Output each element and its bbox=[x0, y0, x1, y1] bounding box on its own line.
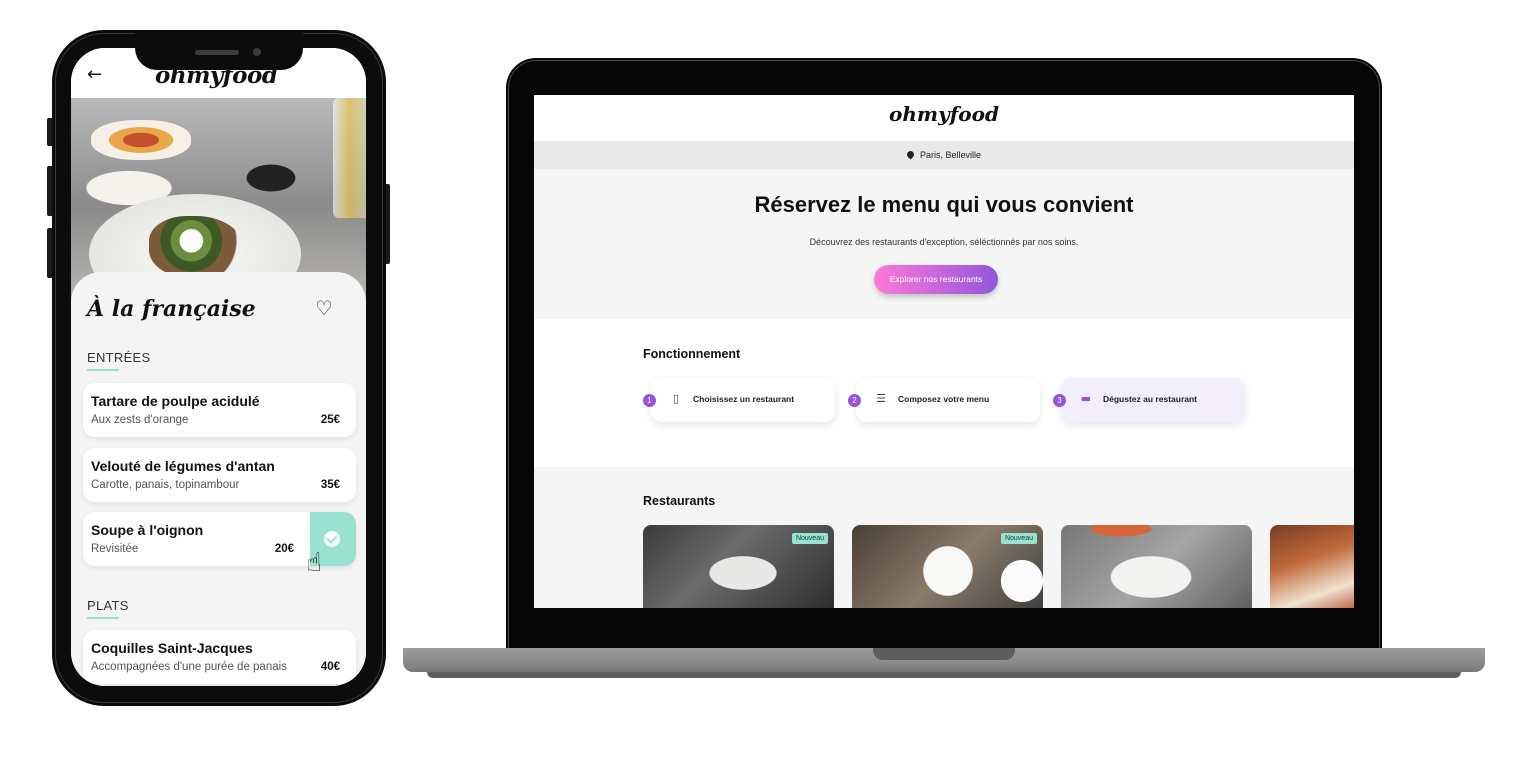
restaurant-card[interactable] bbox=[1061, 525, 1252, 608]
desktop-header: ohmyfood bbox=[534, 95, 1354, 142]
step-number: 1 bbox=[643, 394, 656, 407]
menu-item-description: Accompagnées d'une purée de panais bbox=[91, 661, 287, 673]
check-circle-icon bbox=[324, 531, 340, 547]
section-underline bbox=[87, 369, 119, 371]
heart-outline-icon[interactable]: ♡ bbox=[315, 296, 333, 320]
laptop-base-foot bbox=[427, 672, 1461, 678]
phone-notch bbox=[135, 30, 303, 70]
step-label: Choisissez un restaurant bbox=[693, 394, 795, 404]
step-label: Composez votre menu bbox=[898, 394, 990, 404]
hero-side-dish bbox=[91, 120, 191, 160]
new-badge: Nouveau bbox=[1000, 533, 1037, 544]
mobile-phone-icon: ▯ bbox=[672, 392, 680, 405]
mobile-screen: ← ohmyfood À la française ♡ ENTRÉES Tart… bbox=[71, 48, 366, 686]
new-badge: Nouveau bbox=[791, 533, 828, 544]
menu-item-description: Revisitée bbox=[91, 543, 139, 555]
hero-dish bbox=[149, 216, 243, 278]
store-icon: ▬ bbox=[1080, 392, 1092, 405]
menu-item-price: 35€ bbox=[320, 479, 340, 491]
restaurant-card[interactable]: Nouveau bbox=[852, 525, 1043, 608]
menu-item-price: 40€ bbox=[320, 661, 340, 673]
menu-item[interactable]: Coquilles Saint-Jacques Accompagnées d'u… bbox=[83, 630, 356, 684]
location-text: Paris, Belleville bbox=[919, 150, 982, 160]
menu-item-name: Soupe à l'oignon bbox=[91, 522, 204, 538]
section-underline bbox=[87, 617, 119, 619]
step-card: 2 ☰ Composez votre menu bbox=[848, 378, 1040, 422]
explore-restaurants-button[interactable]: Explorer nos restaurants bbox=[874, 265, 998, 294]
arrow-left-icon[interactable]: ← bbox=[87, 64, 102, 85]
map-pin-icon bbox=[905, 149, 916, 160]
list-icon: ☰ bbox=[876, 392, 886, 405]
hero-title: Réservez le menu qui vous convient bbox=[754, 192, 1134, 217]
step-card-active: 3 ▬ Dégustez au restaurant bbox=[1053, 378, 1245, 422]
desktop-screen: ohmyfood Paris, Belleville Réservez le m… bbox=[534, 95, 1354, 608]
menu-item-price: 20€ bbox=[274, 543, 294, 555]
hand-pointer-icon: ☝ bbox=[306, 548, 322, 578]
restaurants-title: Restaurants bbox=[643, 494, 716, 508]
hero-subtitle: Découvrez des restaurants d'exception, s… bbox=[809, 237, 1079, 247]
location-bar[interactable]: Paris, Belleville bbox=[534, 142, 1354, 169]
step-number: 3 bbox=[1053, 394, 1066, 407]
section-title-plats: PLATS bbox=[87, 598, 129, 613]
menu-item-name: Tartare de poulpe acidulé bbox=[91, 393, 260, 409]
menu-item-description: Aux zests d'orange bbox=[91, 414, 189, 426]
menu-item-price: 25€ bbox=[320, 414, 340, 426]
steps-title: Fonctionnement bbox=[643, 347, 741, 361]
menu-item-name: Coquilles Saint-Jacques bbox=[91, 640, 253, 656]
laptop-hinge-notch bbox=[873, 648, 1015, 660]
desktop-logo[interactable]: ohmyfood bbox=[534, 102, 1354, 126]
menu-item-description: Carotte, panais, topinambour bbox=[91, 479, 240, 491]
step-card: 1 ▯ Choisissez un restaurant bbox=[643, 378, 835, 422]
menu-item[interactable]: Velouté de légumes d'antan Carotte, pana… bbox=[83, 448, 356, 502]
restaurant-card[interactable]: Nouveau bbox=[643, 525, 834, 608]
section-title-entrees: ENTRÉES bbox=[87, 350, 151, 365]
mockup-stage: ← ohmyfood À la française ♡ ENTRÉES Tart… bbox=[0, 0, 1522, 776]
menu-title: À la française bbox=[87, 296, 256, 322]
speaker-icon bbox=[195, 50, 239, 55]
restaurant-card[interactable] bbox=[1270, 525, 1354, 608]
camera-icon bbox=[253, 48, 261, 56]
menu-item-name: Velouté de légumes d'antan bbox=[91, 458, 275, 474]
step-label: Dégustez au restaurant bbox=[1103, 394, 1197, 404]
step-number: 2 bbox=[848, 394, 861, 407]
menu-item[interactable]: Tartare de poulpe acidulé Aux zests d'or… bbox=[83, 383, 356, 437]
hero-glass bbox=[333, 98, 366, 218]
